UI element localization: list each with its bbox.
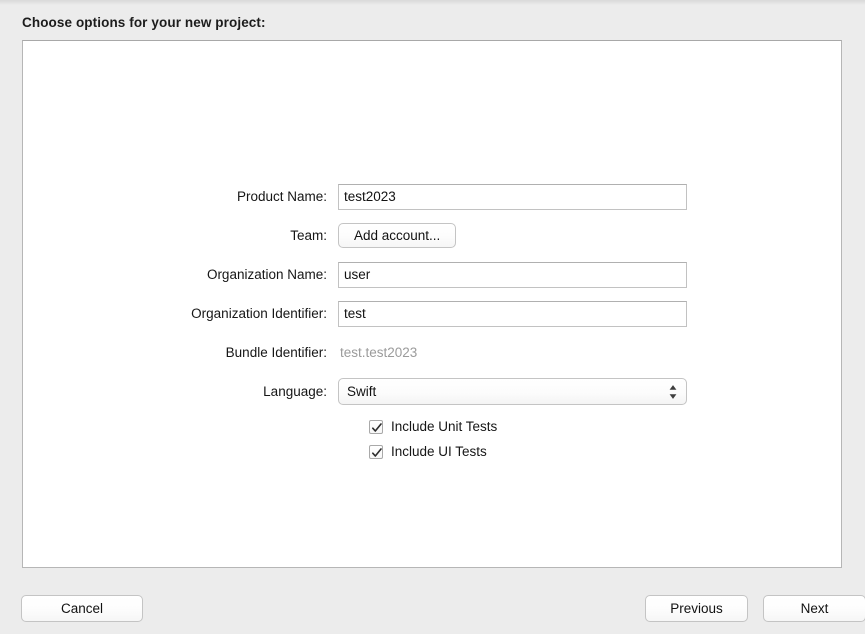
organization-name-label: Organization Name: [206,267,327,282]
bundle-identifier-value: test.test2023 [340,344,418,360]
previous-button[interactable]: Previous [645,595,748,622]
options-form: Product Name: Team: Add account... Organ… [23,180,843,464]
checkmark-icon [372,447,382,457]
project-options-panel: Product Name: Team: Add account... Organ… [22,40,842,568]
form-row-bundle-identifier: Bundle Identifier: test.test2023 [23,336,843,369]
include-ui-tests-checkbox[interactable] [369,444,383,459]
next-button[interactable]: Next [763,595,865,622]
add-account-button[interactable]: Add account... [338,223,457,248]
form-row-organization-identifier: Organization Identifier: [23,297,843,330]
product-name-label: Product Name: [236,189,327,204]
window-titlebar-edge [0,0,865,5]
include-unit-tests-checkbox[interactable] [369,419,383,434]
page-title: Choose options for your new project: [22,15,266,30]
product-name-control [338,183,843,210]
language-control: Swift [338,378,843,405]
form-row-language: Language: Swift [23,375,843,408]
checkmark-icon [372,422,382,432]
language-select[interactable]: Swift [338,378,687,405]
language-selected-value: Swift [347,384,377,399]
form-row-organization-name: Organization Name: [23,258,843,291]
team-control: Add account... [338,223,843,248]
language-label: Language: [263,384,327,399]
include-unit-tests-label: Include Unit Tests [391,419,498,434]
checkbox-row-include-ui-tests[interactable]: Include UI Tests [23,439,843,464]
organization-identifier-control [338,300,843,327]
form-row-team: Team: Add account... [23,219,843,252]
team-label: Team: [290,228,327,243]
bundle-identifier-label: Bundle Identifier: [225,345,327,360]
organization-identifier-input[interactable] [338,300,687,327]
bundle-identifier-control: test.test2023 [338,344,843,362]
product-name-input[interactable] [338,183,687,210]
organization-name-input[interactable] [338,261,687,288]
chevron-up-down-icon [668,383,678,400]
checkbox-row-include-unit-tests[interactable]: Include Unit Tests [23,414,843,439]
organization-identifier-label: Organization Identifier: [191,306,327,321]
include-ui-tests-label: Include UI Tests [391,444,487,459]
form-row-product-name: Product Name: [23,180,843,213]
cancel-button[interactable]: Cancel [21,595,143,622]
organization-name-control [338,261,843,288]
